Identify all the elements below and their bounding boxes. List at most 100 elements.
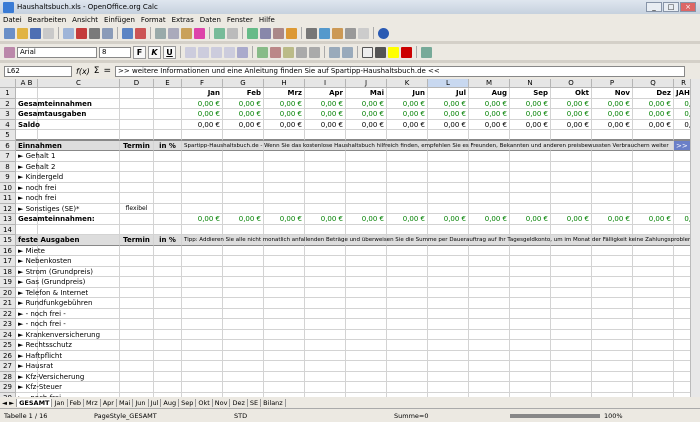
cell[interactable] xyxy=(633,382,674,393)
cell[interactable] xyxy=(674,256,690,267)
cell-G13[interactable]: 0,00 € xyxy=(223,214,264,225)
cell[interactable] xyxy=(223,340,264,351)
cell[interactable] xyxy=(223,382,264,393)
cell-O3[interactable]: 0,00 € xyxy=(551,109,592,120)
cell-F13[interactable]: 0,00 € xyxy=(182,214,223,225)
cell[interactable] xyxy=(633,224,674,235)
cell[interactable] xyxy=(305,298,346,309)
datasource-icon[interactable] xyxy=(345,27,356,39)
cell[interactable] xyxy=(510,203,551,214)
cell[interactable] xyxy=(223,287,264,298)
cell[interactable] xyxy=(469,256,510,267)
cell[interactable] xyxy=(592,172,633,183)
cell[interactable] xyxy=(387,172,428,183)
cell-AB13[interactable]: Gesamteinnahmen: xyxy=(16,214,95,225)
cell[interactable] xyxy=(264,287,305,298)
cell[interactable] xyxy=(154,371,182,382)
undo-icon[interactable] xyxy=(214,27,225,39)
cell[interactable] xyxy=(223,203,264,214)
cell[interactable] xyxy=(120,172,154,183)
cell[interactable] xyxy=(182,298,223,309)
edit-icon[interactable] xyxy=(63,27,74,39)
cell[interactable] xyxy=(120,350,154,361)
row-header[interactable]: 1 xyxy=(0,88,16,99)
cell[interactable] xyxy=(264,161,305,172)
row-header[interactable]: 26 xyxy=(0,350,16,361)
cell[interactable] xyxy=(305,172,346,183)
cell[interactable] xyxy=(428,130,469,141)
cell[interactable] xyxy=(428,193,469,204)
cell[interactable] xyxy=(428,256,469,267)
menu-item[interactable]: Einfügen xyxy=(101,16,138,24)
cell[interactable] xyxy=(387,193,428,204)
borders-icon[interactable] xyxy=(362,46,373,58)
cell[interactable] xyxy=(592,266,633,277)
cell[interactable] xyxy=(551,319,592,330)
cell-K3[interactable]: 0,00 € xyxy=(387,109,428,120)
cell[interactable] xyxy=(633,340,674,351)
cell-AB25[interactable]: ► Rechtsschutz xyxy=(16,340,72,351)
cell-Q3[interactable]: 0,00 € xyxy=(633,109,674,120)
cell[interactable] xyxy=(633,151,674,162)
cell[interactable] xyxy=(182,245,223,256)
cell[interactable] xyxy=(387,308,428,319)
align-left-icon[interactable] xyxy=(185,46,196,58)
cell-L1[interactable]: Jul xyxy=(428,88,469,99)
cell[interactable] xyxy=(120,161,154,172)
cell[interactable] xyxy=(305,340,346,351)
cell[interactable] xyxy=(120,119,154,130)
cell[interactable] xyxy=(674,130,690,141)
cell[interactable] xyxy=(120,98,154,109)
cell[interactable] xyxy=(674,225,690,235)
cell-AB19[interactable]: ► Gas (Grundpreis) xyxy=(16,277,85,288)
cell[interactable] xyxy=(428,361,469,372)
cell[interactable] xyxy=(264,203,305,214)
cell[interactable] xyxy=(387,245,428,256)
menu-item[interactable]: Extras xyxy=(169,16,197,24)
cell[interactable] xyxy=(182,266,223,277)
cell[interactable] xyxy=(674,151,690,162)
cell[interactable] xyxy=(223,361,264,372)
cell[interactable] xyxy=(428,151,469,162)
cell[interactable] xyxy=(551,382,592,393)
cell-G1[interactable]: Feb xyxy=(223,88,264,99)
cell[interactable] xyxy=(264,308,305,319)
cell[interactable] xyxy=(674,277,690,288)
cell[interactable] xyxy=(633,203,674,214)
cell[interactable] xyxy=(346,361,387,372)
cell[interactable] xyxy=(182,350,223,361)
column-header[interactable]: F xyxy=(182,79,223,88)
cell[interactable] xyxy=(674,162,690,172)
cell[interactable] xyxy=(305,245,346,256)
cell-G2[interactable]: 0,00 € xyxy=(223,98,264,109)
row-header[interactable]: 10 xyxy=(0,182,16,193)
cell[interactable] xyxy=(120,319,154,330)
cell-M3[interactable]: 0,00 € xyxy=(469,109,510,120)
cell[interactable] xyxy=(38,119,120,130)
cell[interactable] xyxy=(182,182,223,193)
sheet-tab[interactable]: Jul xyxy=(149,398,162,407)
cell[interactable] xyxy=(592,361,633,372)
row-header[interactable]: 27 xyxy=(0,361,16,372)
cell-P4[interactable]: 0,00 € xyxy=(592,119,633,130)
sheet-tab[interactable]: Okt xyxy=(196,398,213,407)
cell[interactable] xyxy=(387,350,428,361)
cell[interactable] xyxy=(305,287,346,298)
cell[interactable] xyxy=(633,245,674,256)
italic-button[interactable]: K xyxy=(148,45,161,59)
cell[interactable] xyxy=(120,130,154,141)
cell-D6[interactable]: Termin xyxy=(120,140,154,151)
open-icon[interactable] xyxy=(17,27,28,39)
cell[interactable] xyxy=(264,172,305,183)
cell-AB4[interactable]: Saldo xyxy=(16,119,40,130)
cell-I13[interactable]: 0,00 € xyxy=(305,214,346,225)
cell-AB18[interactable]: ► Strom (Grundpreis) xyxy=(16,266,93,277)
column-header[interactable]: J xyxy=(346,79,387,88)
cell-L2[interactable]: 0,00 € xyxy=(428,98,469,109)
cell[interactable] xyxy=(510,350,551,361)
cell[interactable] xyxy=(674,351,690,361)
cell-AB2[interactable]: Gesamteinnahmen xyxy=(16,98,92,109)
new-icon[interactable] xyxy=(4,27,15,39)
menu-item[interactable]: Datei xyxy=(0,16,25,24)
cell[interactable] xyxy=(264,361,305,372)
